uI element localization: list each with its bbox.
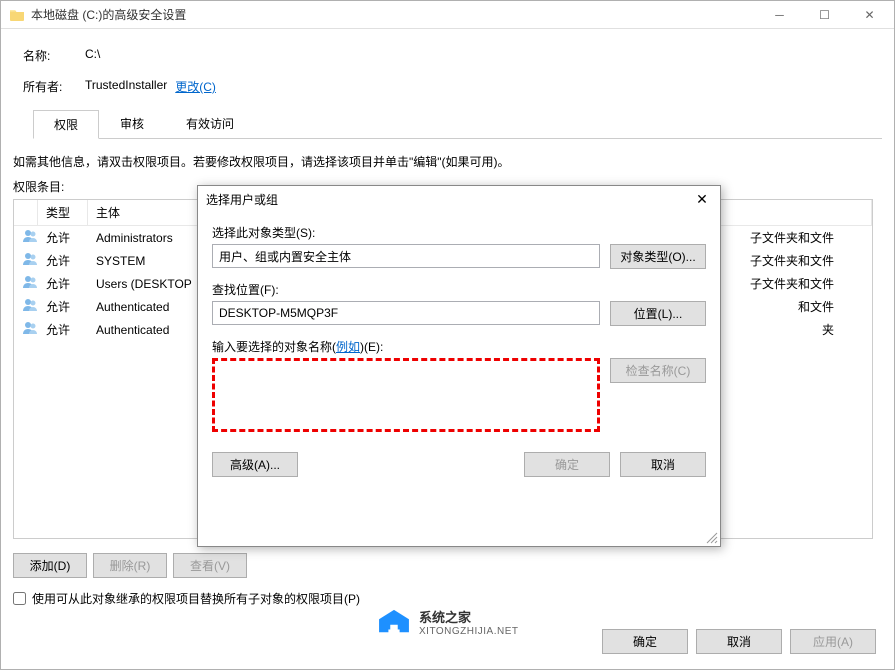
user-icon: [22, 320, 46, 339]
window-controls: ─ ☐ ✕: [757, 2, 892, 28]
tabs: 权限 审核 有效访问: [33, 109, 882, 139]
name-label: 输入要选择的对象名称(例如)(E):: [212, 338, 706, 355]
name-row: 名称: C:\: [23, 47, 882, 64]
change-owner-link[interactable]: 更改(C): [175, 78, 216, 95]
window-title: 本地磁盘 (C:)的高级安全设置: [31, 6, 757, 23]
location-input: [212, 301, 600, 325]
watermark: 系统之家 XITONGZHIJIA.NET: [375, 607, 519, 637]
remove-button[interactable]: 删除(R): [93, 553, 167, 578]
tab-audit[interactable]: 审核: [99, 109, 165, 138]
user-icon: [22, 251, 46, 270]
row-type: 允许: [46, 275, 96, 292]
row-type: 允许: [46, 229, 96, 246]
object-name-input[interactable]: [212, 358, 600, 432]
titlebar: 本地磁盘 (C:)的高级安全设置 ─ ☐ ✕: [1, 1, 894, 29]
user-icon: [22, 228, 46, 247]
name-value: C:\: [85, 47, 100, 64]
modal-ok-button[interactable]: 确定: [524, 452, 610, 477]
modal-footer: 高级(A)... 确定 取消: [198, 452, 720, 487]
row-type: 允许: [46, 298, 96, 315]
view-button[interactable]: 查看(V): [173, 553, 247, 578]
row-type: 允许: [46, 321, 96, 338]
location-button[interactable]: 位置(L)...: [610, 301, 706, 326]
owner-value: TrustedInstaller: [85, 78, 167, 95]
example-link[interactable]: 例如: [336, 340, 360, 354]
object-type-button[interactable]: 对象类型(O)...: [610, 244, 706, 269]
watermark-logo-icon: [375, 608, 413, 636]
name-label: 名称:: [23, 47, 85, 64]
owner-row: 所有者: TrustedInstaller 更改(C): [23, 78, 882, 95]
maximize-button[interactable]: ☐: [802, 2, 847, 28]
replace-checkbox-row: 使用可从此对象继承的权限项目替换所有子对象的权限项目(P): [13, 590, 882, 607]
object-type-label: 选择此对象类型(S):: [212, 224, 706, 241]
object-type-row: 对象类型(O)...: [212, 244, 706, 269]
modal-title: 选择用户或组: [206, 191, 692, 208]
col-icon: [14, 200, 38, 225]
user-icon: [22, 297, 46, 316]
close-button[interactable]: ✕: [847, 2, 892, 28]
modal-titlebar: 选择用户或组 ✕: [198, 186, 720, 212]
location-label: 查找位置(F):: [212, 281, 706, 298]
tab-effective[interactable]: 有效访问: [165, 109, 255, 138]
owner-label: 所有者:: [23, 78, 85, 95]
ok-button[interactable]: 确定: [602, 629, 688, 654]
add-button[interactable]: 添加(D): [13, 553, 87, 578]
object-type-input: [212, 244, 600, 268]
action-buttons: 添加(D) 删除(R) 查看(V): [13, 553, 882, 578]
modal-cancel-button[interactable]: 取消: [620, 452, 706, 477]
location-row: 位置(L)...: [212, 301, 706, 326]
tab-permissions[interactable]: 权限: [33, 110, 99, 139]
user-icon: [22, 274, 46, 293]
resize-grip[interactable]: [706, 532, 718, 544]
description-text: 如需其他信息，请双击权限项目。若要修改权限项目，请选择该项目并单击"编辑"(如果…: [13, 153, 882, 170]
advanced-button[interactable]: 高级(A)...: [212, 452, 298, 477]
name-row: 检查名称(C): [212, 358, 706, 432]
minimize-button[interactable]: ─: [757, 2, 802, 28]
replace-checkbox[interactable]: [13, 592, 26, 605]
col-type[interactable]: 类型: [38, 200, 88, 225]
modal-body: 选择此对象类型(S): 对象类型(O)... 查找位置(F): 位置(L)...…: [198, 212, 720, 452]
watermark-line1: 系统之家: [419, 607, 519, 626]
row-type: 允许: [46, 252, 96, 269]
main-dialog-buttons: 确定 取消 应用(A): [602, 629, 876, 654]
folder-icon: [9, 7, 25, 23]
watermark-line2: XITONGZHIJIA.NET: [419, 626, 519, 637]
modal-close-button[interactable]: ✕: [692, 189, 712, 209]
select-user-dialog: 选择用户或组 ✕ 选择此对象类型(S): 对象类型(O)... 查找位置(F):…: [197, 185, 721, 547]
apply-button[interactable]: 应用(A): [790, 629, 876, 654]
cancel-button[interactable]: 取消: [696, 629, 782, 654]
check-names-button[interactable]: 检查名称(C): [610, 358, 706, 383]
replace-label: 使用可从此对象继承的权限项目替换所有子对象的权限项目(P): [32, 590, 360, 607]
